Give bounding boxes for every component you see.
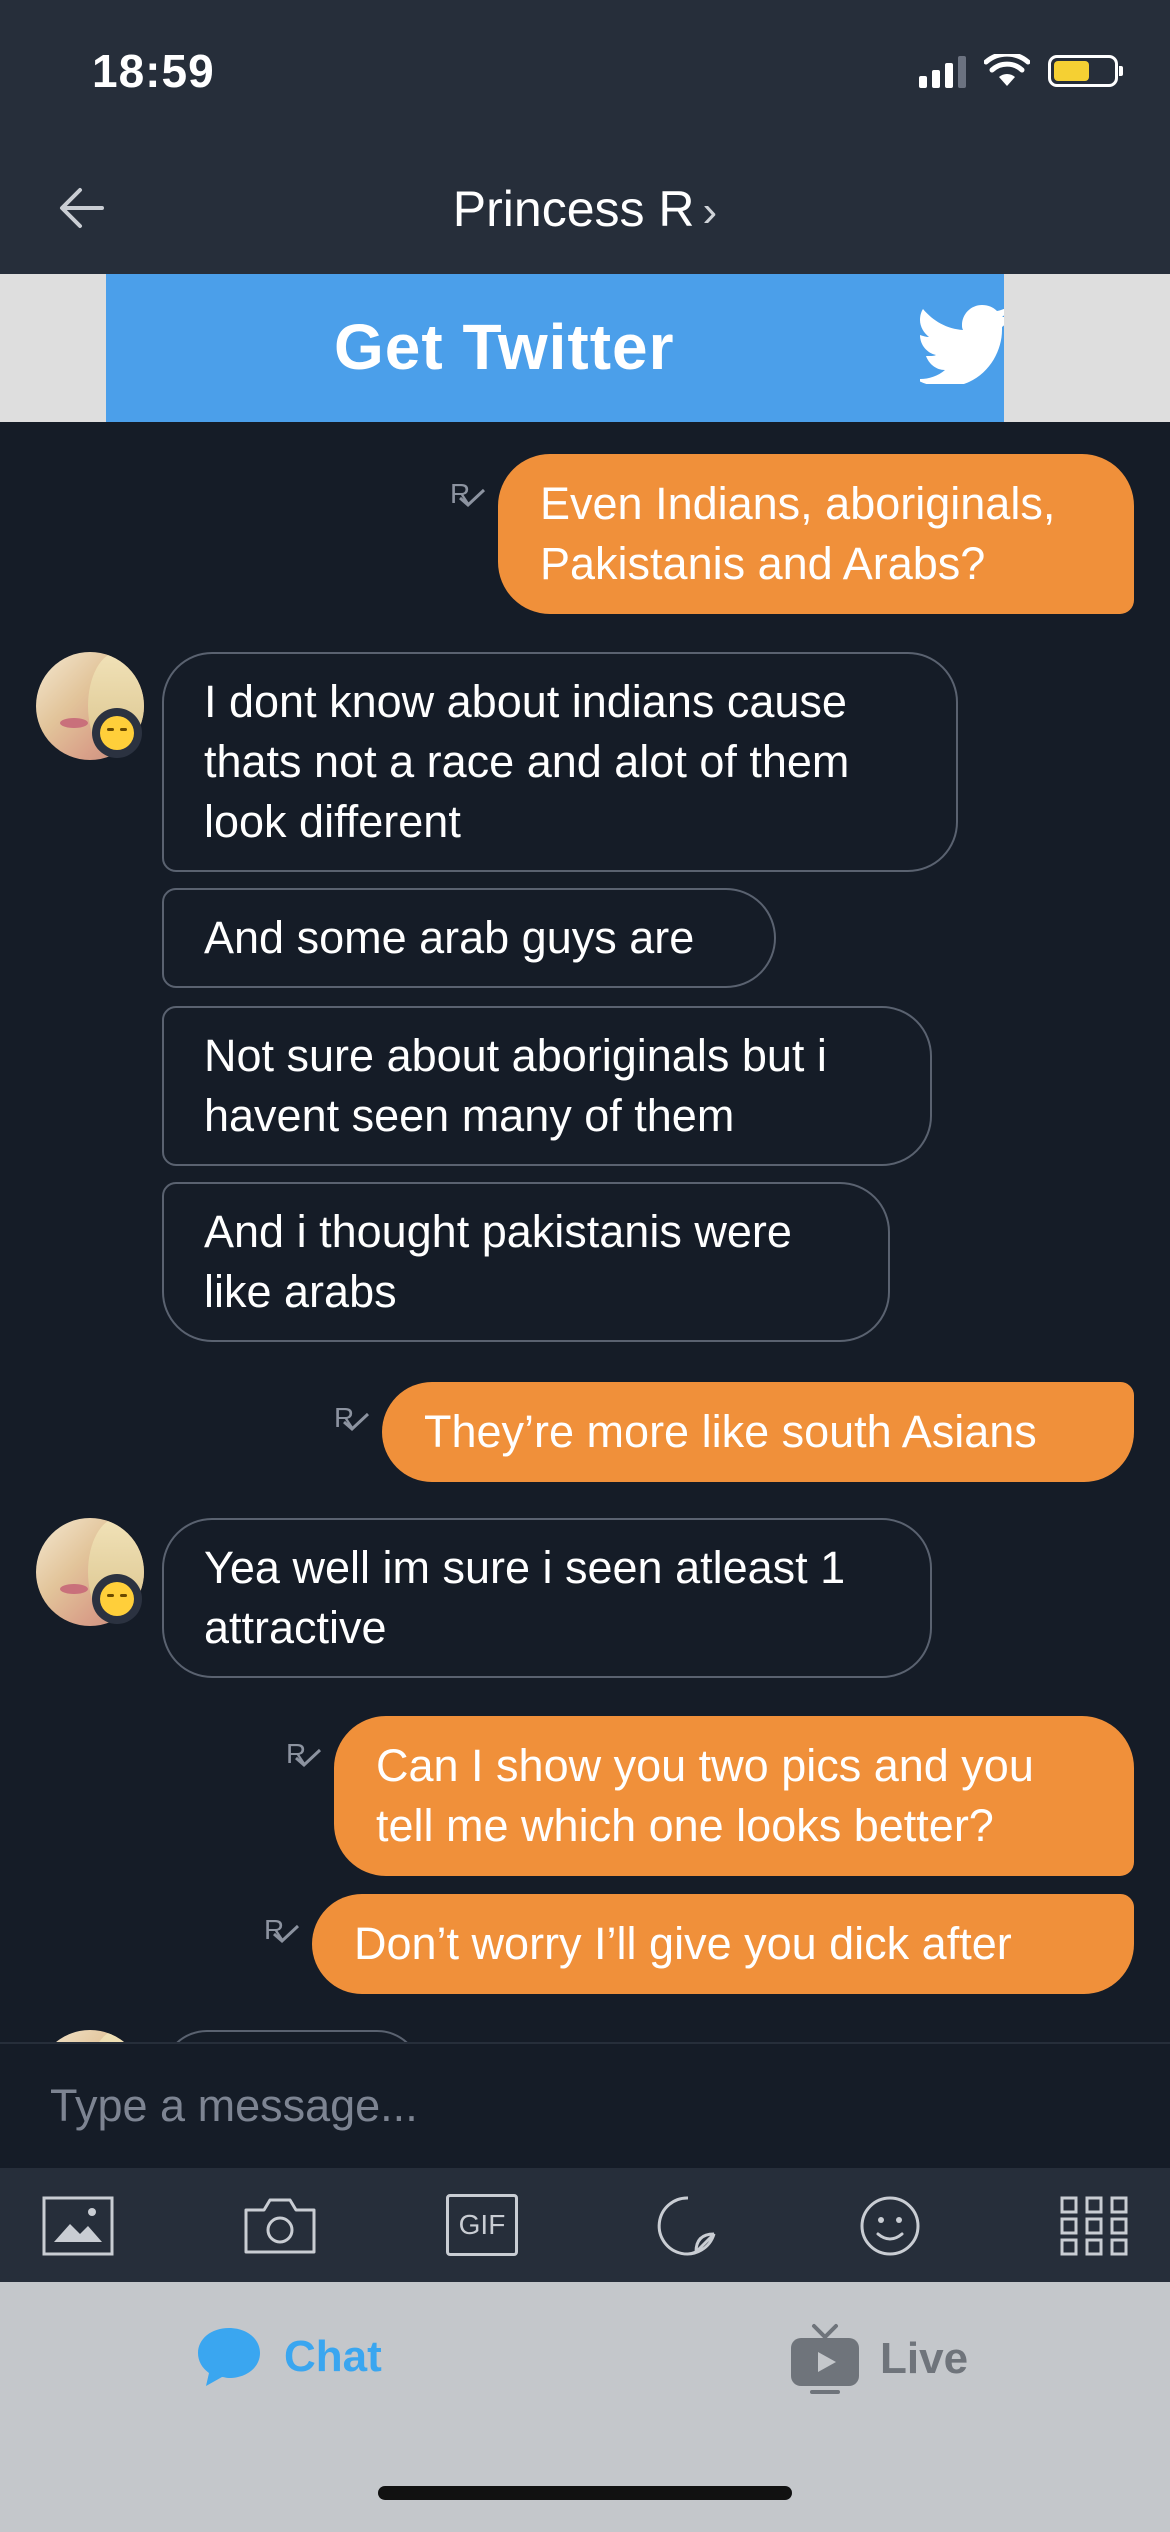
read-receipt-icon: R: [264, 1914, 304, 1954]
chevron-right-icon: ›: [702, 187, 718, 236]
message-line: And i thought pakistanis were: [204, 1206, 792, 1257]
camera-icon[interactable]: [242, 2194, 318, 2258]
message-input[interactable]: [0, 2044, 1170, 2168]
incoming-message[interactable]: And i thought pakistanis were like arabs: [162, 1182, 890, 1342]
grid-icon[interactable]: [1056, 2194, 1132, 2258]
message-line: like arabs: [204, 1266, 397, 1317]
home-indicator[interactable]: [378, 2486, 792, 2500]
incoming-message[interactable]: [162, 2030, 422, 2042]
status-icons: [919, 54, 1123, 88]
read-receipt-icon: R: [334, 1402, 374, 1442]
message-line: I dont know about indians cause: [204, 676, 847, 727]
message-line: Yea well im sure i seen atleast 1: [204, 1542, 846, 1593]
tab-chat-label: Chat: [284, 2332, 382, 2381]
status-bar: 18:59: [0, 0, 1170, 140]
sticker-icon[interactable]: [650, 2194, 726, 2258]
ad-banner[interactable]: Get Twitter: [0, 274, 1170, 422]
message-line: Even Indians, aboriginals,: [540, 478, 1056, 529]
message-line: thats not a race and alot of them: [204, 736, 850, 787]
message-line: Pakistanis and Arabs?: [540, 538, 986, 589]
message-line: And some arab guys are: [204, 912, 695, 963]
image-icon[interactable]: [40, 2194, 116, 2258]
twitter-bird-icon: [920, 305, 1004, 384]
message-line: Don’t worry I’ll give you dick after: [354, 1918, 1012, 1969]
tab-live-label: Live: [880, 2334, 969, 2383]
ad-creative[interactable]: Get Twitter: [106, 274, 1004, 422]
outgoing-message[interactable]: Even Indians, aboriginals, Pakistanis an…: [498, 454, 1134, 614]
gif-label: GIF: [458, 2209, 506, 2240]
message-line: look different: [204, 796, 461, 847]
chat-header: Princess R ›: [0, 140, 1170, 274]
tv-play-icon: [791, 2324, 859, 2394]
message-composer: [0, 2042, 1170, 2168]
wifi-icon: [984, 54, 1030, 86]
read-receipt-icon: R: [450, 478, 490, 518]
contact-avatar[interactable]: [36, 2030, 144, 2042]
battery-icon: [1048, 55, 1123, 87]
attachment-toolbar: GIF: [0, 2168, 1170, 2282]
incoming-message[interactable]: I dont know about indians cause thats no…: [162, 652, 958, 872]
message-list[interactable]: R Even Indians, aboriginals, Pakistanis …: [0, 422, 1170, 2042]
signal-icon: [919, 54, 966, 88]
contact-name: Princess R: [452, 181, 695, 237]
message-line: attractive: [204, 1602, 387, 1653]
message-line: Not sure about aboriginals but i: [204, 1030, 827, 1081]
message-line: Can I show you two pics and you: [376, 1740, 1034, 1791]
status-time: 18:59: [92, 45, 215, 97]
mood-emoji-icon: [92, 708, 142, 758]
ad-text: Get Twitter: [334, 311, 675, 383]
incoming-message[interactable]: And some arab guys are: [162, 888, 776, 988]
emoji-icon[interactable]: [852, 2194, 928, 2258]
incoming-message[interactable]: Yea well im sure i seen atleast 1 attrac…: [162, 1518, 932, 1678]
contact-name-button[interactable]: Princess R ›: [0, 180, 1170, 238]
outgoing-message[interactable]: They’re more like south Asians: [382, 1382, 1134, 1482]
outgoing-message[interactable]: Can I show you two pics and you tell me …: [334, 1716, 1134, 1876]
message-line: tell me which one looks better?: [376, 1800, 994, 1851]
message-line: havent seen many of them: [204, 1090, 735, 1141]
chat-screen: 18:59 Princess R › Get Twitter R Even In…: [0, 0, 1170, 2532]
tab-live[interactable]: Live: [788, 2322, 968, 2396]
message-line: They’re more like south Asians: [424, 1406, 1037, 1457]
gif-icon[interactable]: GIF: [446, 2194, 518, 2256]
mood-emoji-icon: [92, 1574, 142, 1624]
tab-chat[interactable]: Chat: [196, 2326, 382, 2388]
outgoing-message[interactable]: Don’t worry I’ll give you dick after: [312, 1894, 1134, 1994]
chat-bubble-icon: [198, 2328, 260, 2386]
incoming-message[interactable]: Not sure about aboriginals but i havent …: [162, 1006, 932, 1166]
read-receipt-icon: R: [286, 1738, 326, 1778]
